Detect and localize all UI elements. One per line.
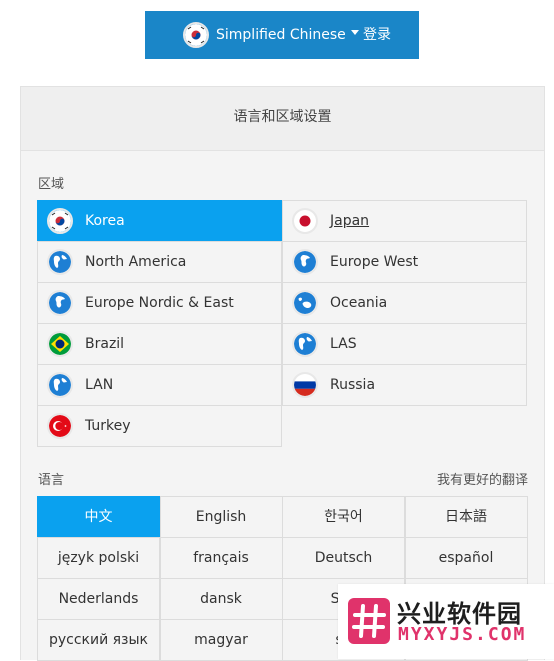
login-link[interactable]: 登录	[363, 11, 391, 59]
language-option[interactable]: dansk	[159, 578, 283, 620]
language-option[interactable]: 한국어	[282, 496, 405, 538]
hash-logo-icon	[348, 598, 390, 648]
region-option-label: Europe West	[330, 254, 419, 270]
settings-panel: 语言和区域设置 区域 Korea Japan North America Europe…	[20, 86, 545, 661]
region-option-label: Turkey	[85, 418, 131, 434]
region-option-oceania[interactable]: Oceania	[282, 282, 527, 324]
region-option-label: Russia	[330, 377, 376, 393]
language-selector-label: Simplified Chinese	[216, 27, 346, 43]
globe-americas-icon	[47, 249, 73, 275]
region-option-las[interactable]: LAS	[282, 323, 527, 365]
globe-americas-icon	[47, 372, 73, 398]
language-option[interactable]: Deutsch	[282, 537, 405, 579]
panel-title: 语言和区域设置	[21, 87, 544, 151]
region-option-label: Japan	[330, 213, 370, 229]
flag-korea-icon	[47, 208, 73, 234]
better-translation-link[interactable]: 我有更好的翻译	[437, 469, 528, 488]
flag-russia-icon	[292, 372, 318, 398]
region-option-korea[interactable]: Korea	[37, 200, 282, 242]
region-option-label: Oceania	[330, 295, 388, 311]
caret-down-icon	[350, 29, 359, 35]
region-option-brazil[interactable]: Brazil	[37, 323, 282, 365]
globe-europe-icon	[47, 290, 73, 316]
language-option[interactable]: 中文	[37, 496, 160, 538]
language-option[interactable]: español	[404, 537, 528, 579]
region-option-europe-nordic-east[interactable]: Europe Nordic & East	[37, 282, 282, 324]
language-option[interactable]: русский язык	[37, 619, 160, 661]
region-option-label: LAN	[85, 377, 114, 393]
region-option-north-america[interactable]: North America	[37, 241, 282, 283]
region-option-russia[interactable]: Russia	[282, 364, 527, 406]
language-option[interactable]: English	[159, 496, 283, 538]
language-option[interactable]: Nederlands	[37, 578, 160, 620]
region-option-label: North America	[85, 254, 187, 270]
globe-oceania-icon	[292, 290, 318, 316]
region-option-japan[interactable]: Japan	[282, 200, 527, 242]
region-option-label: Europe Nordic & East	[85, 295, 234, 311]
language-option[interactable]: 日本語	[404, 496, 528, 538]
flag-japan-icon	[292, 208, 318, 234]
globe-europe-icon	[292, 249, 318, 275]
watermark: 兴业软件园 MYXYJS.COM	[338, 584, 554, 659]
region-option-turkey[interactable]: Turkey	[37, 405, 282, 447]
region-option-label: Brazil	[85, 336, 125, 352]
flag-korea-icon	[183, 22, 209, 48]
globe-americas-icon	[292, 331, 318, 357]
flag-brazil-icon	[47, 331, 73, 357]
language-section-label: 语言	[38, 473, 65, 488]
flag-turkey-icon	[47, 413, 73, 439]
watermark-domain: MYXYJS.COM	[398, 624, 527, 645]
region-option-europe-west[interactable]: Europe West	[282, 241, 527, 283]
top-bar: Simplified Chinese 登录	[145, 11, 419, 59]
region-section-label: 区域	[38, 177, 65, 192]
region-option-label: LAS	[330, 336, 357, 352]
language-option[interactable]: français	[159, 537, 283, 579]
language-option[interactable]: magyar	[159, 619, 283, 661]
region-option-lan[interactable]: LAN	[37, 364, 282, 406]
language-option[interactable]: język polski	[37, 537, 160, 579]
region-option-label: Korea	[85, 213, 125, 229]
language-selector[interactable]: Simplified Chinese	[216, 11, 359, 59]
